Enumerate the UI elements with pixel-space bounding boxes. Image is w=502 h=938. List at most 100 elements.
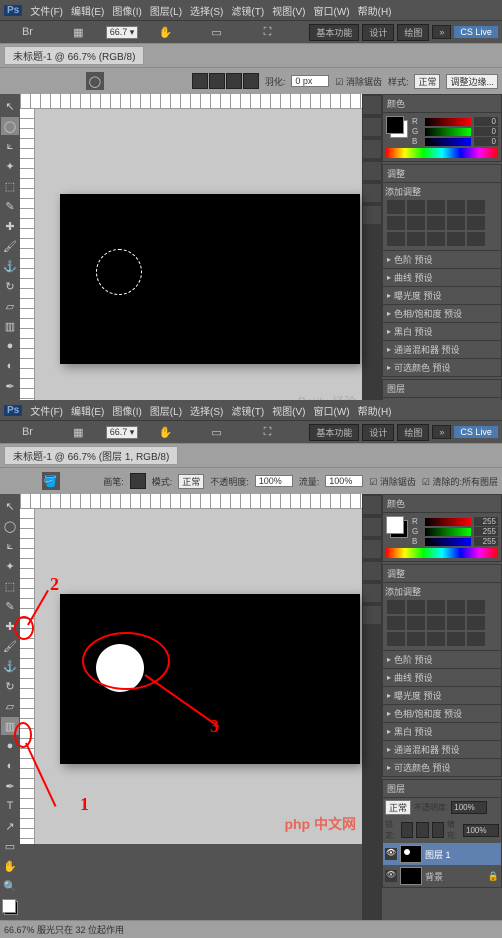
history-brush-tool[interactable]: ↻ [1, 677, 19, 695]
cslive-button[interactable]: CS Live [454, 26, 498, 38]
layers-header[interactable]: 图层 [383, 380, 501, 398]
layer-row-1[interactable]: 👁图层 1 [383, 843, 501, 865]
adj-poster-icon[interactable] [407, 232, 425, 246]
g-value[interactable]: 255 [474, 527, 498, 536]
color-swatch[interactable] [2, 899, 18, 915]
adj-icon[interactable] [387, 600, 405, 614]
menu-select[interactable]: 选择(S) [190, 403, 223, 418]
visibility-icon[interactable]: 👁 [385, 848, 397, 860]
pen-tool[interactable]: ✒ [1, 777, 19, 795]
wand-tool[interactable]: ✦ [1, 557, 19, 575]
menu-edit[interactable]: 编辑(E) [71, 3, 104, 18]
preset-curves[interactable]: 曲线 预设 [383, 668, 501, 686]
dodge-tool[interactable]: ◐ [1, 757, 19, 775]
document-tab[interactable]: 未标题-1 @ 66.7% (RGB/8) [4, 46, 144, 65]
preset-selcolor[interactable]: 可选颜色 预设 [383, 758, 501, 776]
adj-levels-icon[interactable] [407, 200, 425, 214]
panel-color-swatch[interactable] [386, 116, 408, 138]
adj-curves-icon[interactable] [427, 200, 445, 214]
mb-icon[interactable]: ▦ [69, 23, 87, 41]
layer-row-bg[interactable]: 👁背景🔒 [383, 865, 501, 887]
preset-hue[interactable]: 色相/饱和度 预设 [383, 704, 501, 722]
adj-chanmix-icon[interactable] [467, 216, 485, 230]
adj-vibrance-icon[interactable] [467, 200, 485, 214]
b-value[interactable]: 255 [474, 537, 498, 546]
hand-tool[interactable]: ✋ [1, 857, 19, 875]
preset-selcolor[interactable]: 可选颜色 预设 [383, 358, 501, 376]
screen-icon[interactable]: ⛶ [258, 23, 276, 41]
menu-help[interactable]: 帮助(H) [358, 403, 392, 418]
g-slider[interactable] [425, 528, 471, 536]
b-slider[interactable] [425, 538, 471, 546]
g-slider[interactable] [425, 128, 471, 136]
lock-icon[interactable] [416, 822, 428, 838]
type-tool[interactable]: T [1, 797, 19, 815]
preset-exposure[interactable]: 曝光度 预设 [383, 286, 501, 304]
r-value[interactable]: 0 [474, 117, 498, 126]
color-panel-header[interactable]: 颜色 [383, 95, 501, 113]
adj-threshold-icon[interactable] [427, 232, 445, 246]
refine-edge-button[interactable]: 调整边缘... [446, 74, 498, 89]
brush-tool[interactable]: 🖌 [1, 237, 19, 255]
adj-icon[interactable] [407, 632, 425, 646]
cslive-button[interactable]: CS Live [454, 426, 498, 438]
adj-icon[interactable] [447, 600, 465, 614]
adjustments-header[interactable]: 调整 [383, 565, 501, 583]
menu-view[interactable]: 视图(V) [272, 403, 305, 418]
zoom-select[interactable]: 66.7 ▾ [106, 426, 139, 439]
adj-icon[interactable] [467, 616, 485, 630]
adj-colorbal-icon[interactable] [407, 216, 425, 230]
arrange-icon[interactable]: ▭ [208, 23, 226, 41]
zoom-select[interactable]: 66.7 ▾ [106, 26, 139, 39]
menu-edit[interactable]: 编辑(E) [71, 403, 104, 418]
bridge-icon[interactable]: Br [18, 423, 36, 441]
canvas-area[interactable]: Baidu 经验jingyan.baidu.com [20, 94, 362, 444]
menu-image[interactable]: 图像(I) [112, 403, 141, 418]
move-tool[interactable]: ↖ [1, 497, 19, 515]
workspace-design[interactable]: 设计 [362, 24, 394, 41]
all-layers-checkbox[interactable]: ☑ 清除的:所有图层 [422, 475, 498, 488]
workspace-essentials[interactable]: 基本功能 [309, 24, 359, 41]
color-spectrum[interactable] [386, 548, 498, 558]
preset-curves[interactable]: 曲线 预设 [383, 268, 501, 286]
menu-image[interactable]: 图像(I) [112, 3, 141, 18]
bridge-icon[interactable]: Br [18, 23, 36, 41]
screen-icon[interactable]: ⛶ [258, 423, 276, 441]
fill-input[interactable] [463, 824, 499, 837]
eyedropper-tool[interactable]: ✎ [1, 597, 19, 615]
dock-icon[interactable] [363, 96, 381, 114]
arrange-icon[interactable]: ▭ [208, 423, 226, 441]
menu-layer[interactable]: 图层(L) [150, 3, 182, 18]
dock-icon[interactable] [363, 206, 381, 224]
menu-file[interactable]: 文件(F) [30, 3, 63, 18]
adj-selcolor-icon[interactable] [467, 232, 485, 246]
dock-icon[interactable] [363, 184, 381, 202]
mb-icon[interactable]: ▦ [69, 423, 87, 441]
preset-hue[interactable]: 色相/饱和度 预设 [383, 304, 501, 322]
preset-bw[interactable]: 黑白 预设 [383, 722, 501, 740]
lasso-tool[interactable]: ⟀ [1, 137, 19, 155]
dock-icon[interactable] [363, 606, 381, 624]
adj-icon[interactable] [467, 600, 485, 614]
preset-exposure[interactable]: 曝光度 预设 [383, 686, 501, 704]
adj-icon[interactable] [387, 632, 405, 646]
r-slider[interactable] [425, 118, 471, 126]
antialias-checkbox[interactable]: ☑ 消除锯齿 [335, 75, 382, 88]
brush-preset[interactable] [130, 473, 146, 489]
b-value[interactable]: 0 [474, 137, 498, 146]
preset-chanmix[interactable]: 通道混和器 预设 [383, 740, 501, 758]
dock-icon[interactable] [363, 584, 381, 602]
b-slider[interactable] [425, 138, 471, 146]
workspace-painting[interactable]: 绘图 [397, 24, 429, 41]
layers-header[interactable]: 图层 [383, 780, 501, 798]
adj-exposure-icon[interactable] [447, 200, 465, 214]
menu-file[interactable]: 文件(F) [30, 403, 63, 418]
healing-tool[interactable]: ✚ [1, 217, 19, 235]
workspace-design[interactable]: 设计 [362, 424, 394, 441]
shape-tool[interactable]: ▭ [1, 837, 19, 855]
menu-window[interactable]: 窗口(W) [314, 3, 350, 18]
adj-icon[interactable] [387, 616, 405, 630]
hand-icon[interactable]: ✋ [157, 423, 175, 441]
wand-tool[interactable]: ✦ [1, 157, 19, 175]
marquee-tool[interactable]: ◯ [1, 517, 19, 535]
